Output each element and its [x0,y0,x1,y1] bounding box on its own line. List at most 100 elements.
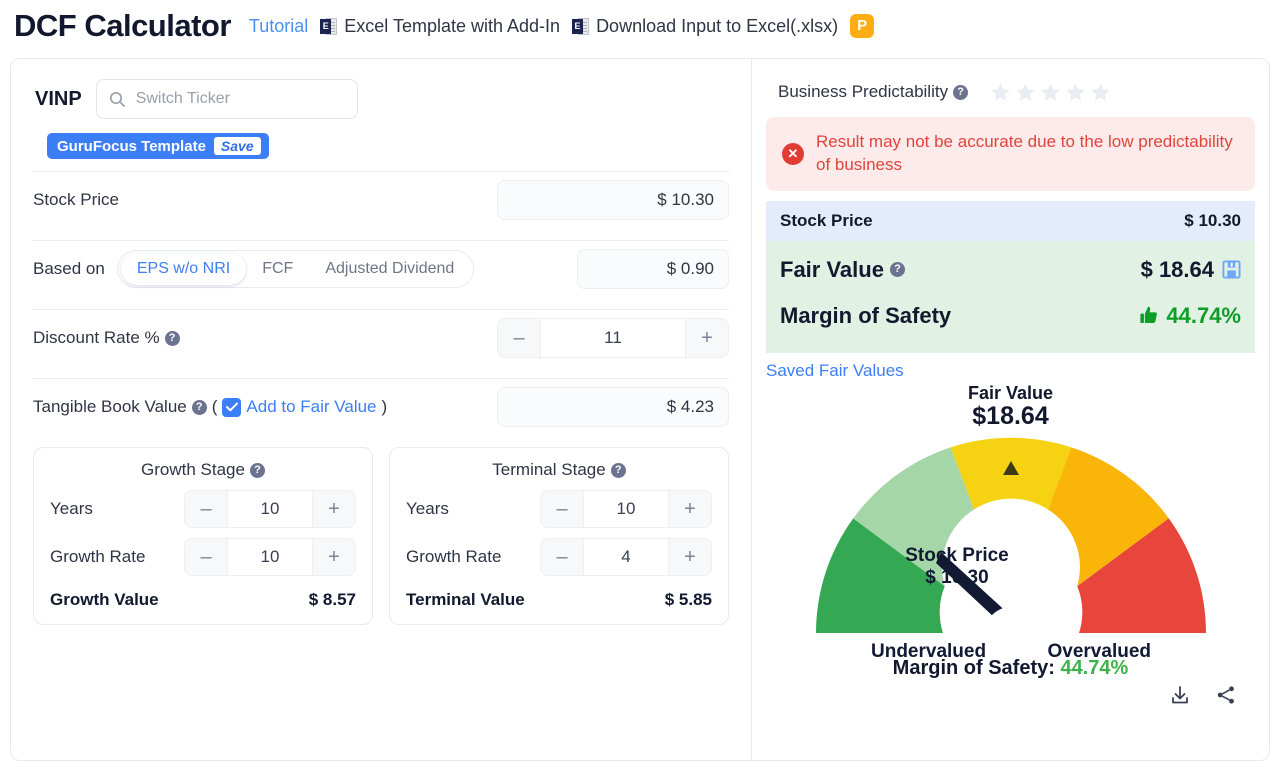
discount-rate-decrement[interactable]: – [498,319,540,357]
saved-fair-values-link[interactable]: Saved Fair Values [766,361,1255,381]
save-icon[interactable] [1222,260,1241,279]
terminal-years-label: Years [406,499,449,518]
terminal-years-stepper[interactable]: – 10 + [540,490,712,528]
tangible-book-value-text: Tangible Book Value [33,397,187,416]
growth-stage-title-text: Growth Stage [141,460,245,479]
growth-value-amount: $ 8.57 [308,590,356,609]
terminal-years-decrement[interactable]: – [541,491,583,527]
growth-stage-title: Growth Stage ? [50,460,356,480]
growth-value-label: Growth Value [50,590,159,609]
gauge-actions [766,680,1255,711]
based-on-segmented-control[interactable]: EPS w/o NRI FCF Adjusted Dividend [116,250,475,288]
help-icon-growth-stage[interactable]: ? [249,462,265,478]
terminal-rate-row: Growth Rate – 4 + [406,538,712,576]
gauge-margin-label: Margin of Safety: [892,656,1055,679]
fair-value-text: Fair Value [780,256,884,282]
add-to-fair-value-checkbox[interactable] [222,397,242,417]
excel-icon-2-letter: E [572,18,584,34]
terminal-rate-increment[interactable]: + [669,539,711,575]
business-predictability-text: Business Predictability [778,82,949,101]
search-input[interactable] [133,89,345,109]
stage-cards: Growth Stage ? Years – 10 + Growth Rate [11,435,751,625]
growth-years-value[interactable]: 10 [227,491,313,527]
help-icon-discount-rate[interactable]: ? [164,330,180,346]
ticker-row: VINP [11,79,751,119]
discount-rate-text: Discount Rate % [33,328,160,347]
paren-open: ( [211,397,218,416]
help-icon-predictability[interactable]: ? [953,84,969,100]
excel-icon-2: E [572,17,590,35]
share-icon[interactable] [1215,684,1237,711]
fair-value-amount: $ 18.64 [1140,256,1214,282]
premium-badge[interactable]: P [850,14,875,38]
growth-years-row: Years – 10 + [50,490,356,528]
tangible-book-value-value[interactable]: $ 4.23 [497,387,729,427]
margin-of-safety-label: Margin of Safety [780,302,952,328]
search-icon [109,91,125,107]
result-stock-price-label: Stock Price [780,210,873,230]
discount-rate-value[interactable]: 11 [540,319,686,357]
based-on-option-fcf[interactable]: FCF [246,253,309,285]
template-pill[interactable]: GuruFocus Template Save [47,133,269,159]
result-green-block: Fair Value ? $ 18.64 Margin of Safety 44… [766,240,1255,353]
terminal-years-value[interactable]: 10 [583,491,669,527]
download-input-link[interactable]: E Download Input to Excel(.xlsx) [572,16,838,37]
tutorial-link[interactable]: Tutorial [249,16,308,37]
fair-value-label: Fair Value ? [780,257,905,283]
error-icon: ✕ [782,142,804,165]
growth-years-decrement[interactable]: – [185,491,227,527]
page-header: DCF Calculator Tutorial E Excel Template… [0,0,1280,54]
based-on-value[interactable]: $ 0.90 [577,249,729,289]
based-on-option-eps[interactable]: EPS w/o NRI [120,253,247,285]
growth-years-increment[interactable]: + [313,491,355,527]
terminal-stage-title: Terminal Stage ? [406,460,712,480]
excel-template-link[interactable]: E Excel Template with Add-In [320,16,560,37]
help-icon-terminal-stage[interactable]: ? [610,462,626,478]
template-save-button[interactable]: Save [213,137,261,155]
growth-years-stepper[interactable]: – 10 + [184,490,356,528]
based-on-option-adjusted-dividend[interactable]: Adjusted Dividend [309,253,470,285]
terminal-rate-decrement[interactable]: – [541,539,583,575]
gauge-stock-price-label: Stock Price [905,545,1009,566]
result-stock-price-row: Stock Price $ 10.30 [766,200,1255,241]
add-to-fair-value-link[interactable]: Add to Fair Value [246,397,376,417]
warning-text: Result may not be accurate due to the lo… [816,132,1233,174]
terminal-rate-value[interactable]: 4 [583,539,669,575]
star-icon-2 [1016,82,1035,101]
low-predictability-warning: ✕ Result may not be accurate due to the … [766,117,1255,191]
terminal-stage-title-text: Terminal Stage [492,460,606,479]
growth-rate-decrement[interactable]: – [185,539,227,575]
growth-rate-label: Growth Rate [50,547,146,566]
gauge-fair-value-amount: $18.64 [972,401,1049,430]
terminal-value-amount: $ 5.85 [664,590,712,609]
switch-ticker-box[interactable] [95,79,358,119]
growth-rate-increment[interactable]: + [313,539,355,575]
discount-rate-increment[interactable]: + [686,319,728,357]
ticker-symbol: VINP [35,87,82,110]
star-icon-5 [1091,82,1110,101]
stock-price-value[interactable]: $ 10.30 [497,180,729,220]
download-input-label: Download Input to Excel(.xlsx) [596,15,839,36]
gauge-margin-value: 44.74% [1060,656,1129,679]
discount-rate-stepper[interactable]: – 11 + [497,318,729,358]
growth-rate-row: Growth Rate – 10 + [50,538,356,576]
terminal-rate-stepper[interactable]: – 4 + [540,538,712,576]
growth-rate-value[interactable]: 10 [227,539,313,575]
discount-rate-label: Discount Rate % ? [33,328,180,348]
star-icon-1 [991,82,1010,101]
star-icon-4 [1066,82,1085,101]
growth-stage-card: Growth Stage ? Years – 10 + Growth Rate [33,447,373,625]
growth-value-row: Growth Value $ 8.57 [50,590,356,610]
help-icon-tangible-book-value[interactable]: ? [191,399,207,415]
help-icon-fair-value[interactable]: ? [889,262,905,278]
download-icon[interactable] [1169,684,1191,711]
growth-rate-stepper[interactable]: – 10 + [184,538,356,576]
tangible-book-value-label: Tangible Book Value ? ( Add to Fair Valu… [33,397,387,417]
fair-value-amount-wrap: $ 18.64 [1141,257,1241,283]
gauge-margin-of-safety: Margin of Safety: 44.74% [766,657,1255,680]
fair-value-row: Fair Value ? $ 18.64 [780,247,1241,293]
result-stock-price-value: $ 10.30 [1184,210,1241,230]
page-title: DCF Calculator [14,8,231,43]
terminal-value-label: Terminal Value [406,590,525,609]
terminal-years-increment[interactable]: + [669,491,711,527]
